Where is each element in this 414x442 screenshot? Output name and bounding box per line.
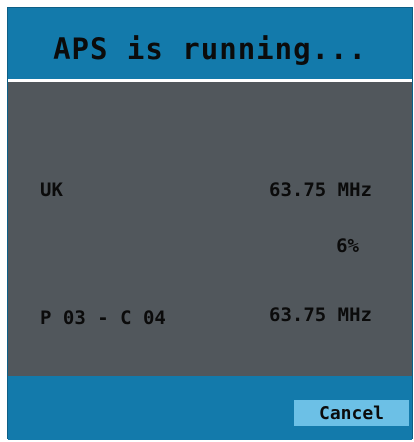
dialog-title: APS is running... bbox=[53, 32, 367, 66]
progress-percent: 6% bbox=[336, 235, 359, 257]
dialog-footer: Cancel bbox=[8, 376, 412, 440]
channel-frequency: 63.75 MHz bbox=[269, 304, 372, 326]
cancel-button[interactable]: Cancel bbox=[294, 400, 409, 426]
aps-dialog: APS is running... UK 63.75 MHz 6% P 03 -… bbox=[7, 7, 413, 440]
region-label: UK bbox=[40, 179, 63, 201]
dialog-content: UK 63.75 MHz 6% P 03 - C 04 63.75 MHz bbox=[8, 82, 412, 376]
current-frequency: 63.75 MHz bbox=[269, 179, 372, 201]
channel-label: P 03 - C 04 bbox=[40, 307, 166, 329]
dialog-header: APS is running... bbox=[8, 8, 412, 79]
